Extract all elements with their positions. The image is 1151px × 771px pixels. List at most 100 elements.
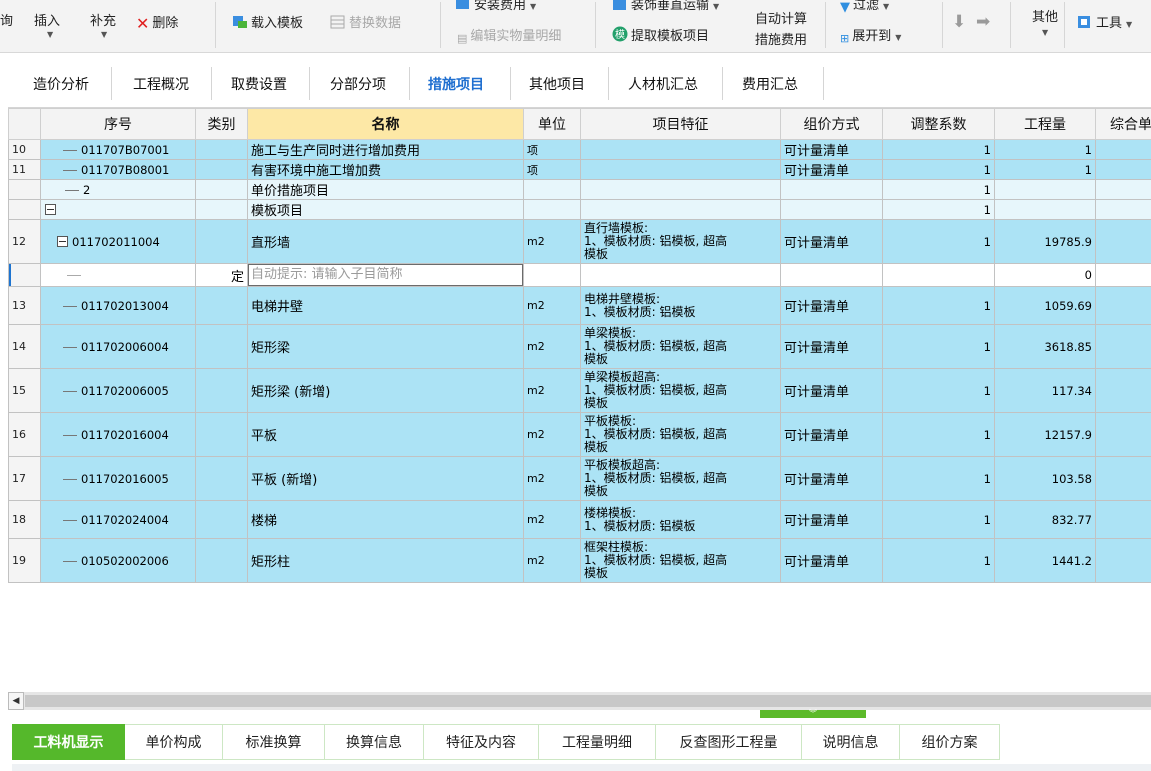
header-unit[interactable]: 单位 xyxy=(523,108,581,140)
table-row[interactable]: 10 011707B07001 施工与生产同时进行增加费用项可计量清单 1 1 xyxy=(8,139,1151,160)
category-cell[interactable]: 定 xyxy=(195,263,248,287)
move-down-icon[interactable]: ⬇ xyxy=(952,12,966,32)
category-cell[interactable] xyxy=(195,139,248,160)
install-fee-button[interactable]: 安装费用 ▼ xyxy=(455,0,536,13)
table-row[interactable]: 15 011702006005 矩形梁 (新增) m2 单梁模板超高: 1、模板材质: 铝… xyxy=(8,368,1151,413)
collapse-node-icon[interactable] xyxy=(45,203,56,215)
name-cell[interactable]: 电梯井壁 xyxy=(247,286,524,325)
seq-code-cell[interactable]: 011702016005 xyxy=(40,456,196,501)
panel-splitter-handle[interactable]: ︾ xyxy=(760,710,866,718)
header-unit-price[interactable]: 综合单 xyxy=(1095,108,1151,140)
btab-conversion-info[interactable]: 换算信息 xyxy=(325,724,424,760)
unit-price-cell[interactable] xyxy=(1095,412,1151,457)
header-quantity[interactable]: 工程量 xyxy=(994,108,1096,140)
feature-cell[interactable]: 框架柱模板: 1、模板材质: 铝模板, 超高 模板 xyxy=(580,538,781,583)
tab-other-items[interactable]: 其他项目 xyxy=(529,74,585,94)
name-cell[interactable]: 平板 (新增) xyxy=(247,456,524,501)
adjust-coef-cell[interactable]: 1 xyxy=(882,179,995,200)
seq-code-cell[interactable]: 010502002006 xyxy=(40,538,196,583)
pricing-method-cell[interactable]: 可计量清单 xyxy=(780,139,883,160)
table-row[interactable]: 11 011707B08001 有害环境中施工增加费项可计量清单 1 1 xyxy=(8,159,1151,180)
header-feature[interactable]: 项目特征 xyxy=(580,108,781,140)
unit-cell[interactable]: m2 xyxy=(523,286,581,325)
pricing-method-cell[interactable]: 可计量清单 xyxy=(780,538,883,583)
pricing-method-cell[interactable] xyxy=(780,199,883,220)
name-cell[interactable]: 施工与生产同时进行增加费用 xyxy=(247,139,524,160)
header-seq[interactable]: 序号 xyxy=(40,108,196,140)
name-cell[interactable]: 矩形梁 (新增) xyxy=(247,368,524,413)
quantity-cell[interactable] xyxy=(994,199,1096,220)
btab-quantity-detail[interactable]: 工程量明细 xyxy=(539,724,656,760)
extract-template-button[interactable]: 模提取模板项目 xyxy=(612,25,709,44)
table-row[interactable]: 18 011702024004 楼梯 m2 楼梯模板: 1、模板材质: 铝模板 可计量清单 1… xyxy=(8,500,1151,539)
unit-cell[interactable]: m2 xyxy=(523,456,581,501)
row-number-cell[interactable]: 17 xyxy=(8,456,41,501)
unit-cell[interactable]: m2 xyxy=(523,368,581,413)
table-row[interactable]: 13 011702013004 电梯井壁 m2 电梯井壁模板: 1、模板材质: 铝模板 可计… xyxy=(8,286,1151,325)
unit-price-cell[interactable] xyxy=(1095,286,1151,325)
seq-code-cell[interactable]: 011702006005 xyxy=(40,368,196,413)
row-number-cell[interactable]: 16 xyxy=(8,412,41,457)
table-row[interactable]: 19 010502002006 矩形柱 m2 框架柱模板: 1、模板材质: 铝模板, 超高… xyxy=(8,538,1151,583)
category-cell[interactable] xyxy=(195,538,248,583)
btab-reverse-graphic-quantity[interactable]: 反查图形工程量 xyxy=(656,724,802,760)
adjust-coef-cell[interactable]: 1 xyxy=(882,199,995,220)
btab-standard-conversion[interactable]: 标准换算 xyxy=(223,724,325,760)
feature-cell[interactable]: 平板模板超高: 1、模板材质: 铝模板, 超高 模板 xyxy=(580,456,781,501)
subitem-abbrev-input[interactable]: 自动提示: 请输入子目简称 xyxy=(248,264,523,286)
pricing-method-cell[interactable]: 可计量清单 xyxy=(780,159,883,180)
name-cell[interactable]: 矩形梁 xyxy=(247,324,524,369)
seq-code-cell[interactable]: 011707B08001 xyxy=(40,159,196,180)
unit-cell[interactable] xyxy=(523,199,581,220)
unit-price-cell[interactable] xyxy=(1095,199,1151,220)
filter-button[interactable]: ▼ 过滤 ▼ xyxy=(840,0,889,15)
seq-code-cell[interactable]: 011707B07001 xyxy=(40,139,196,160)
quantity-cell[interactable] xyxy=(994,179,1096,200)
load-template-button[interactable]: 载入模板 xyxy=(232,12,303,31)
other-button[interactable]: 其他 xyxy=(1032,6,1058,25)
row-number-cell[interactable] xyxy=(8,263,41,287)
name-cell[interactable]: 直形墙 xyxy=(247,219,524,264)
adjust-coef-cell[interactable]: 1 xyxy=(882,219,995,264)
category-cell[interactable] xyxy=(195,368,248,413)
btab-unit-price-composition[interactable]: 单价构成 xyxy=(125,724,223,760)
tab-measure-items[interactable]: 措施项目 xyxy=(428,74,484,94)
quantity-cell[interactable]: 103.58 xyxy=(994,456,1096,501)
pricing-method-cell[interactable]: 可计量清单 xyxy=(780,286,883,325)
collapse-node-icon[interactable] xyxy=(57,235,68,247)
quantity-cell[interactable]: 1059.69 xyxy=(994,286,1096,325)
expand-to-button[interactable]: ⊞ 展开到 ▼ xyxy=(840,25,901,45)
quantity-cell[interactable]: 0 xyxy=(994,263,1096,287)
table-row[interactable]: 2 单价措施项目 1 xyxy=(8,179,1151,200)
unit-price-cell[interactable] xyxy=(1095,179,1151,200)
name-cell[interactable]: 有害环境中施工增加费 xyxy=(247,159,524,180)
scroll-left-icon[interactable]: ◀ xyxy=(8,692,24,710)
category-cell[interactable] xyxy=(195,412,248,457)
name-cell[interactable]: 单价措施项目 xyxy=(247,179,524,200)
unit-cell[interactable]: 项 xyxy=(523,139,581,160)
quantity-cell[interactable]: 3618.85 xyxy=(994,324,1096,369)
adjust-coef-cell[interactable]: 1 xyxy=(882,500,995,539)
category-cell[interactable] xyxy=(195,286,248,325)
other-dropdown-icon[interactable]: ▼ xyxy=(1042,28,1048,37)
pricing-method-cell[interactable]: 可计量清单 xyxy=(780,324,883,369)
row-number-cell[interactable]: 10 xyxy=(8,139,41,160)
tab-divisional-items[interactable]: 分部分项 xyxy=(330,74,386,94)
unit-cell[interactable]: m2 xyxy=(523,500,581,539)
unit-price-cell[interactable] xyxy=(1095,324,1151,369)
unit-price-cell[interactable] xyxy=(1095,159,1151,180)
quantity-cell[interactable]: 1 xyxy=(994,159,1096,180)
unit-price-cell[interactable] xyxy=(1095,500,1151,539)
tab-cost-summary[interactable]: 费用汇总 xyxy=(742,74,798,94)
adjust-coef-cell[interactable]: 1 xyxy=(882,139,995,160)
unit-cell[interactable]: m2 xyxy=(523,538,581,583)
table-row[interactable]: 16 011702016004 平板 m2 平板模板: 1、模板材质: 铝模板, 超高 模板… xyxy=(8,412,1151,457)
header-pricing-method[interactable]: 组价方式 xyxy=(780,108,883,140)
header-category[interactable]: 类别 xyxy=(195,108,248,140)
row-number-cell[interactable]: 19 xyxy=(8,538,41,583)
scrollbar-thumb[interactable] xyxy=(25,695,1151,707)
quantity-cell[interactable]: 12157.9 xyxy=(994,412,1096,457)
tab-fee-settings[interactable]: 取费设置 xyxy=(231,74,287,94)
feature-cell[interactable]: 楼梯模板: 1、模板材质: 铝模板 xyxy=(580,500,781,539)
unit-price-cell[interactable] xyxy=(1095,263,1151,287)
